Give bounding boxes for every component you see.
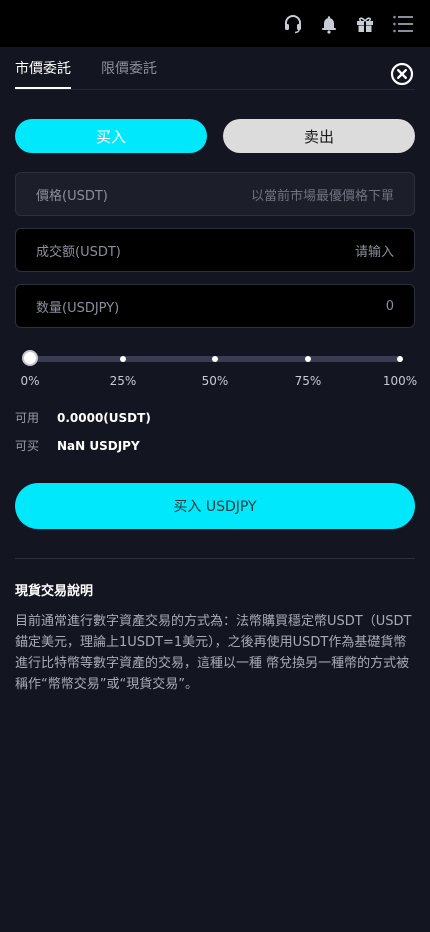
price-field: 價格(USDT) 以當前市場最優價格下單 (15, 172, 415, 216)
order-type-tabs: 市價委託 限價委託 (15, 52, 415, 90)
slider-label-25: 25% (109, 374, 137, 388)
explanation-body: 目前通常進行數字資產交易的方式為：法幣購買穩定幣USDT（USDT錨定美元，理論… (15, 614, 412, 692)
quantity-field[interactable]: 数量(USDJPY) 0 (15, 284, 415, 328)
buyable-value: NaN USDJPY (57, 439, 140, 453)
price-label: 價格(USDT) (36, 188, 108, 204)
amount-label: 成交额(USDT) (36, 244, 121, 260)
slider-mark-100[interactable] (397, 356, 403, 362)
sell-side-button[interactable]: 卖出 (223, 119, 415, 153)
slider-label-50: 50% (201, 374, 229, 388)
available-balance-row: 可用 0.0000(USDT) (15, 409, 151, 426)
amount-input-placeholder[interactable]: 请输入 (355, 241, 394, 260)
active-tab-indicator (15, 87, 71, 89)
slider-label-75: 75% (294, 374, 322, 388)
tab-limit-order[interactable]: 限價委託 (101, 60, 157, 78)
buyable-amount-row: 可买 NaN USDJPY (15, 437, 140, 454)
buy-side-button[interactable]: 买入 (15, 119, 207, 153)
tab-market-order[interactable]: 市價委託 (15, 60, 71, 78)
price-value: 以當前市場最優價格下單 (250, 188, 394, 204)
percentage-slider[interactable] (22, 349, 408, 369)
slider-label-0: 0% (20, 374, 40, 388)
slider-mark-50[interactable] (212, 356, 218, 362)
bell-icon[interactable] (317, 12, 341, 36)
top-bar (0, 0, 430, 47)
quantity-label: 数量(USDJPY) (36, 300, 120, 316)
slider-mark-25[interactable] (120, 356, 126, 362)
amount-field[interactable]: 成交额(USDT) 请输入 (15, 228, 415, 272)
close-icon[interactable] (390, 62, 414, 86)
section-divider (15, 558, 415, 559)
headset-icon[interactable] (281, 12, 305, 36)
gift-icon[interactable] (353, 12, 377, 36)
available-value: 0.0000(USDT) (57, 411, 151, 425)
quantity-value[interactable]: 0 (386, 299, 394, 314)
slider-label-100: 100% (382, 374, 418, 388)
available-label: 可用 (15, 411, 40, 425)
slider-mark-75[interactable] (305, 356, 311, 362)
explanation-title: 現貨交易說明 (15, 584, 94, 599)
buy-submit-button[interactable]: 买入 USDJPY (15, 483, 415, 529)
slider-thumb[interactable] (22, 350, 38, 366)
buyable-label: 可买 (15, 439, 40, 453)
menu-icon[interactable] (391, 12, 415, 36)
